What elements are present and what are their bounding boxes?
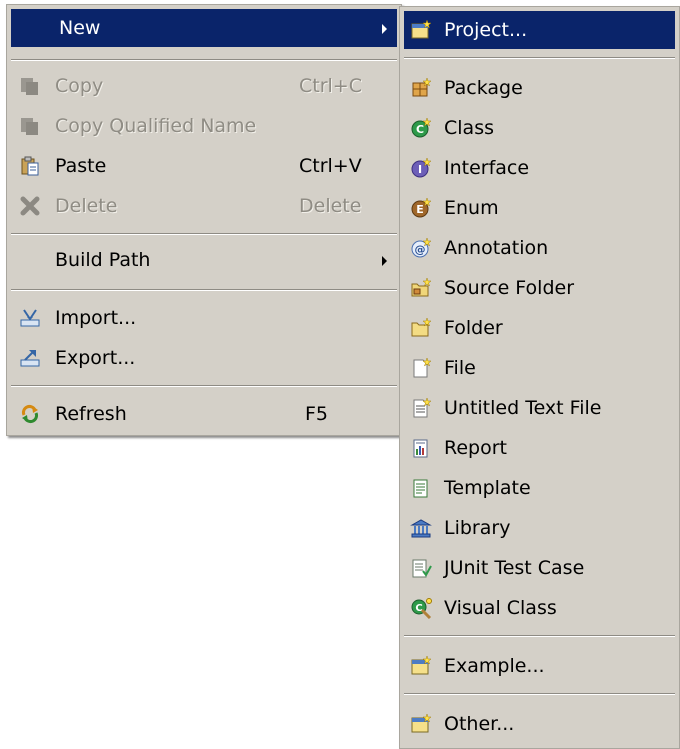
submenu-item-label: Annotation (444, 237, 549, 259)
submenu-item-label: Enum (444, 197, 499, 219)
shortcut-label: Delete (299, 195, 362, 217)
menu-item-copy[interactable]: Copy Ctrl+C (11, 67, 397, 105)
source-folder-icon (410, 277, 432, 299)
submenu-item-library[interactable]: Library (404, 509, 675, 547)
menu-item-label: Paste (55, 155, 107, 177)
project-icon (410, 19, 432, 41)
delete-icon (19, 195, 41, 217)
menu-item-label: Copy (55, 75, 104, 97)
copy-qualified-name-icon (19, 115, 41, 137)
menu-separator (404, 635, 675, 637)
submenu-item-label: JUnit Test Case (444, 557, 585, 579)
other-icon (410, 713, 432, 735)
menu-item-delete[interactable]: Delete Delete (11, 187, 397, 225)
submenu-item-class[interactable]: C Class (404, 109, 675, 147)
interface-icon: I (410, 157, 432, 179)
enum-icon: E (410, 197, 432, 219)
copy-icon (19, 75, 41, 97)
submenu-item-other[interactable]: Other... (404, 705, 675, 743)
submenu-item-project[interactable]: Project... (404, 11, 675, 49)
menu-item-copy-qualified-name[interactable]: Copy Qualified Name (11, 107, 397, 145)
report-icon (410, 437, 432, 459)
shortcut-label: F5 (305, 403, 329, 425)
file-icon (410, 357, 432, 379)
folder-icon (410, 317, 432, 339)
submenu-item-interface[interactable]: I Interface (404, 149, 675, 187)
submenu-item-label: Example... (444, 655, 545, 677)
submenu-item-template[interactable]: Template (404, 469, 675, 507)
shortcut-label: Ctrl+C (299, 75, 362, 97)
menu-item-refresh[interactable]: Refresh F5 (11, 395, 397, 433)
submenu-item-source-folder[interactable]: Source Folder (404, 269, 675, 307)
submenu-item-file[interactable]: File (404, 349, 675, 387)
submenu-item-label: Project... (444, 19, 528, 41)
svg-text:E: E (416, 203, 424, 216)
menu-item-label: Export... (55, 347, 136, 369)
menu-item-new[interactable]: New (11, 9, 397, 47)
submenu-item-untitled-text-file[interactable]: Untitled Text File (404, 389, 675, 427)
menu-item-import[interactable]: Import... (11, 299, 397, 337)
menu-item-label: New (59, 17, 101, 39)
shortcut-label: Ctrl+V (299, 155, 362, 177)
text-file-icon (410, 397, 432, 419)
submenu-item-label: Library (444, 517, 511, 539)
submenu-item-label: File (444, 357, 476, 379)
submenu-item-label: Report (444, 437, 507, 459)
menu-item-label: Copy Qualified Name (55, 115, 257, 137)
submenu-arrow-icon (382, 256, 387, 266)
submenu-item-label: Source Folder (444, 277, 575, 299)
menu-item-label: Build Path (55, 249, 151, 271)
menu-separator (11, 59, 397, 61)
package-icon (410, 77, 432, 99)
annotation-icon: @ (410, 237, 432, 259)
menu-separator (11, 385, 397, 387)
submenu-item-folder[interactable]: Folder (404, 309, 675, 347)
menu-item-export[interactable]: Export... (11, 339, 397, 377)
menu-item-label: Import... (55, 307, 137, 329)
refresh-icon (19, 403, 41, 425)
svg-text:C: C (416, 123, 424, 136)
submenu-item-enum[interactable]: E Enum (404, 189, 675, 227)
new-submenu: Project... Package C Class I Interface E… (399, 6, 680, 749)
submenu-item-annotation[interactable]: @ Annotation (404, 229, 675, 267)
menu-item-build-path[interactable]: Build Path (11, 241, 397, 279)
context-menu: New Copy Ctrl+C Copy Qualified Name Past… (6, 4, 402, 436)
submenu-item-label: Template (444, 477, 531, 499)
submenu-item-label: Class (444, 117, 494, 139)
submenu-arrow-icon (382, 24, 387, 34)
svg-text:@: @ (415, 243, 426, 256)
svg-text:C: C (415, 603, 422, 614)
submenu-item-label: Interface (444, 157, 530, 179)
visual-class-icon: C (410, 597, 432, 619)
submenu-item-visual-class[interactable]: C Visual Class (404, 589, 675, 627)
export-icon (19, 347, 41, 369)
junit-icon (410, 557, 432, 579)
submenu-item-label: Other... (444, 713, 515, 735)
import-icon (19, 307, 41, 329)
submenu-item-package[interactable]: Package (404, 69, 675, 107)
menu-item-paste[interactable]: Paste Ctrl+V (11, 147, 397, 185)
menu-separator (404, 57, 675, 59)
submenu-item-label: Package (444, 77, 523, 99)
menu-separator (404, 693, 675, 695)
menu-separator (11, 233, 397, 235)
template-icon (410, 477, 432, 499)
submenu-item-junit-test-case[interactable]: JUnit Test Case (404, 549, 675, 587)
submenu-item-label: Visual Class (444, 597, 557, 619)
library-icon (410, 517, 432, 539)
class-icon: C (410, 117, 432, 139)
submenu-item-label: Untitled Text File (444, 397, 602, 419)
svg-text:I: I (418, 163, 422, 176)
submenu-item-report[interactable]: Report (404, 429, 675, 467)
menu-separator (11, 289, 397, 291)
paste-icon (19, 155, 41, 177)
submenu-item-example[interactable]: Example... (404, 647, 675, 685)
submenu-item-label: Folder (444, 317, 503, 339)
menu-item-label: Refresh (55, 403, 127, 425)
example-icon (410, 655, 432, 677)
menu-item-label: Delete (55, 195, 118, 217)
